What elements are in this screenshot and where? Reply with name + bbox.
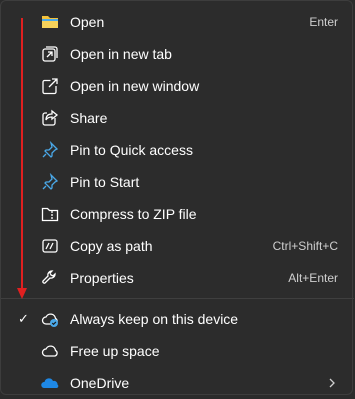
menu-item-label: Compress to ZIP file (70, 206, 197, 222)
menu-item-always-keep-on-device[interactable]: ✓ Always keep on this device (5, 303, 350, 335)
menu-item-pin-to-start[interactable]: Pin to Start (5, 166, 350, 198)
menu-item-open[interactable]: Open Enter (5, 6, 350, 38)
menu-item-copy-as-path[interactable]: Copy as path Ctrl+Shift+C (5, 230, 350, 262)
new-tab-icon (41, 45, 59, 63)
shortcut-text: Alt+Enter (288, 271, 338, 285)
menu-item-pin-to-quick-access[interactable]: Pin to Quick access (5, 134, 350, 166)
menu-item-properties[interactable]: Properties Alt+Enter (5, 262, 350, 294)
chevron-right-icon (326, 376, 338, 390)
menu-item-onedrive[interactable]: OneDrive (5, 367, 350, 399)
menu-item-label: Open (70, 14, 105, 30)
shortcut-text: Ctrl+Shift+C (272, 239, 338, 253)
share-icon (41, 109, 59, 127)
new-window-icon (41, 77, 59, 95)
menu-item-label: Share (70, 110, 108, 126)
cloud-sync-icon (41, 310, 59, 328)
checkmark-icon: ✓ (18, 311, 29, 326)
pin-icon (41, 141, 59, 159)
menu-item-label: Pin to Start (70, 174, 140, 190)
menu-item-label: Free up space (70, 343, 160, 359)
menu-separator (1, 298, 354, 299)
menu-item-open-in-new-window[interactable]: Open in new window (5, 70, 350, 102)
copy-path-icon (41, 237, 59, 255)
shortcut-text: Enter (309, 15, 338, 29)
folder-icon (41, 13, 59, 31)
onedrive-icon (41, 374, 59, 392)
wrench-icon (41, 269, 59, 287)
zip-folder-icon (41, 205, 59, 223)
cloud-icon (41, 342, 59, 360)
menu-item-open-in-new-tab[interactable]: Open in new tab (5, 38, 350, 70)
pin-icon (41, 173, 59, 191)
menu-item-label: Open in new window (70, 78, 200, 94)
context-menu: Open Enter Open in new tab Open in new w… (0, 0, 354, 395)
menu-item-compress-to-zip[interactable]: Compress to ZIP file (5, 198, 350, 230)
menu-item-label: Pin to Quick access (70, 142, 193, 158)
menu-item-label: Open in new tab (70, 46, 172, 62)
menu-item-share[interactable]: Share (5, 102, 350, 134)
menu-item-label: Always keep on this device (70, 311, 239, 327)
menu-item-label: Properties (70, 270, 134, 286)
menu-item-label: OneDrive (70, 375, 130, 391)
menu-item-label: Copy as path (70, 238, 153, 254)
menu-item-free-up-space[interactable]: Free up space (5, 335, 350, 367)
